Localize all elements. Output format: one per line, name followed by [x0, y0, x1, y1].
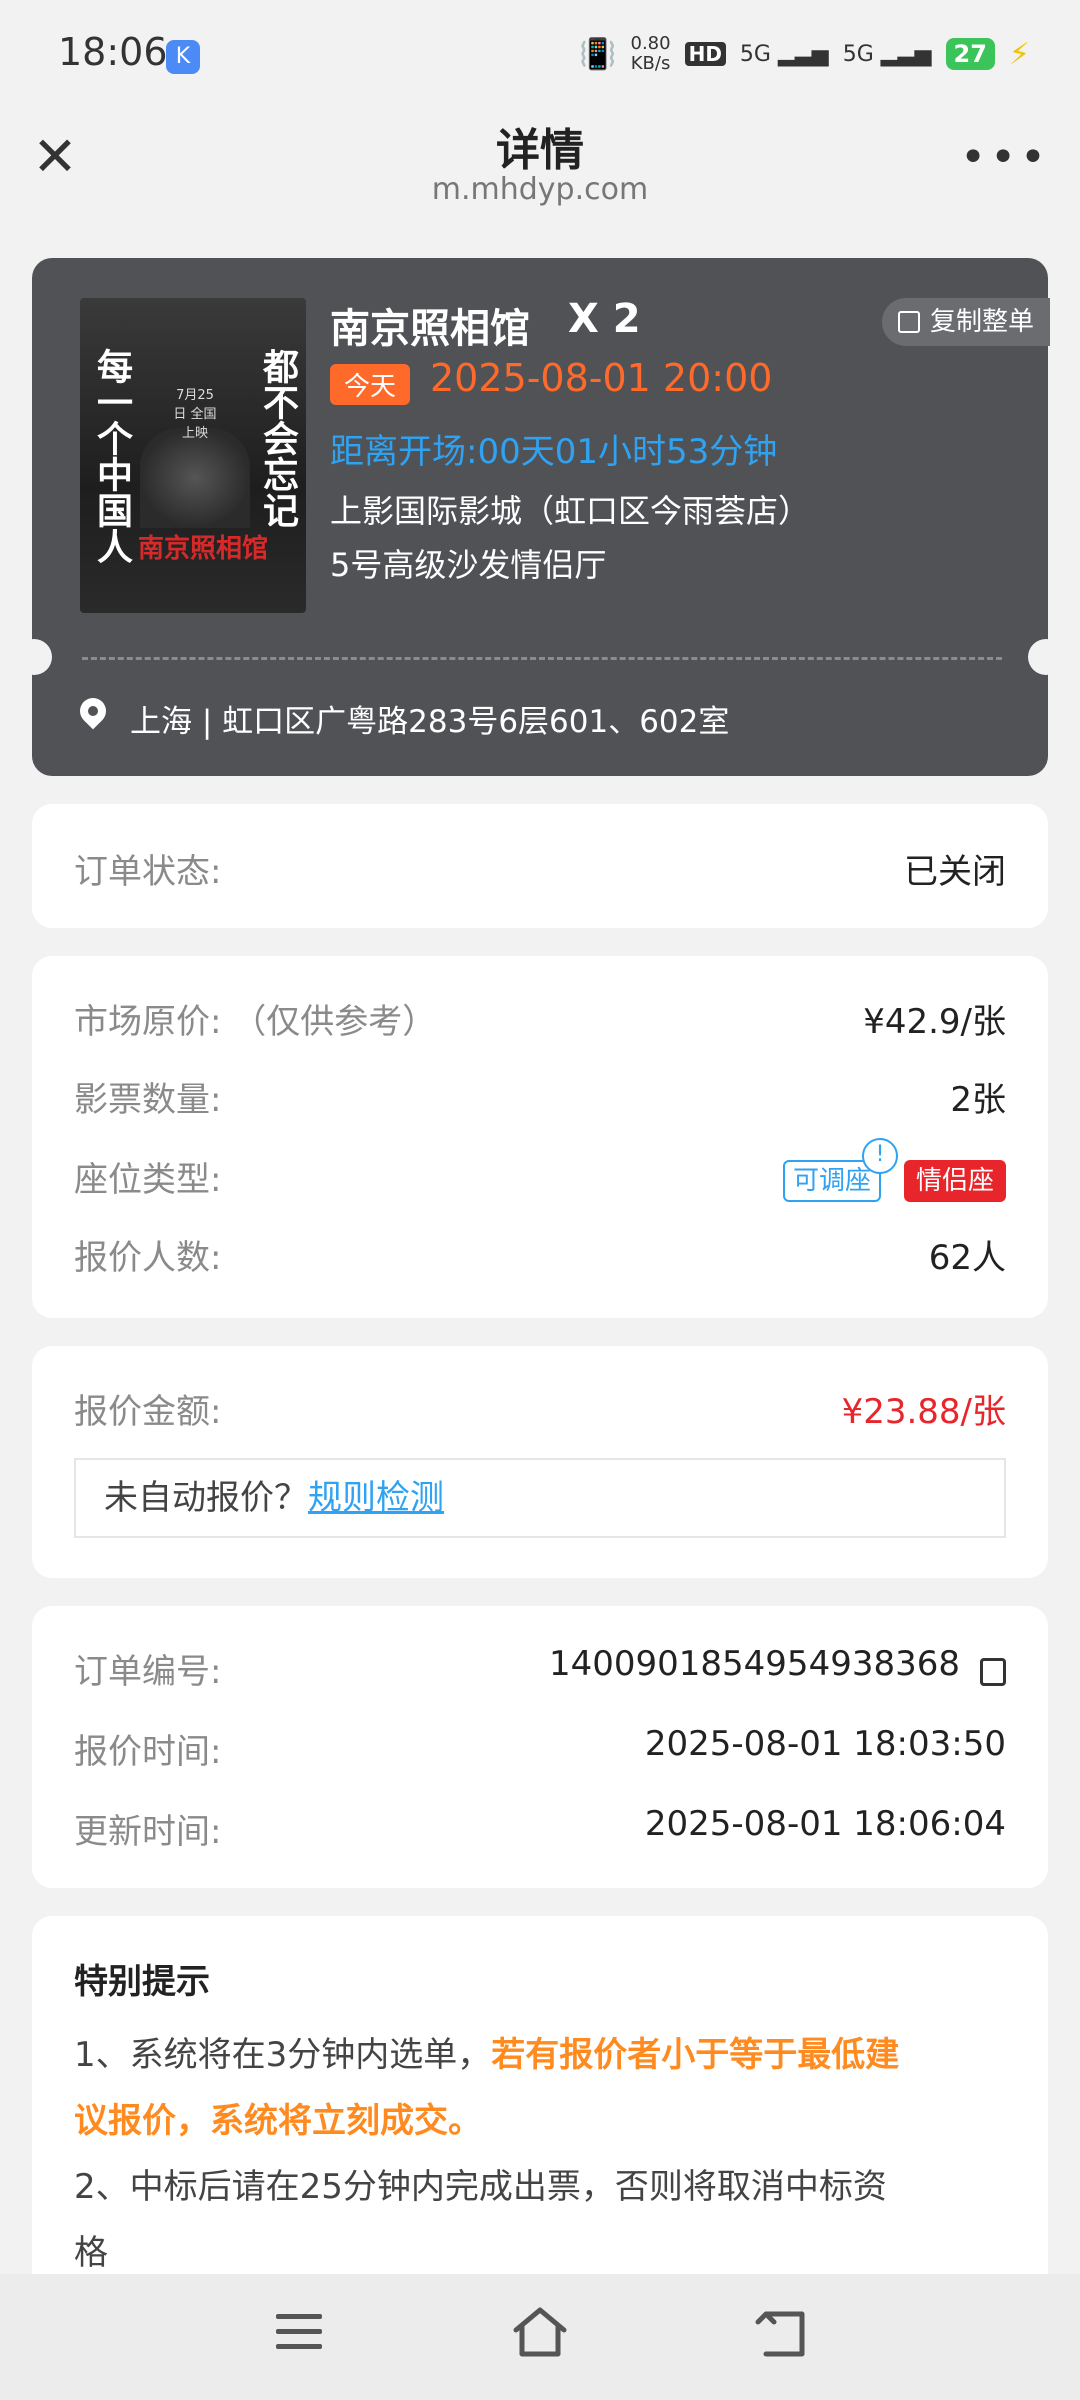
ticket-notch-right [1028, 639, 1064, 675]
order-status-card: 订单状态: 已关闭 [32, 804, 1048, 928]
status-time: 18:06 [58, 30, 168, 74]
update-time-row: 更新时间: 2025-08-01 18:06:04 [74, 1804, 1006, 1864]
copy-order-button[interactable]: 复制整单 [881, 298, 1050, 346]
quote-amount-label: 报价金额: [74, 1392, 222, 1432]
showtime: 2025-08-01 20:00 [430, 356, 773, 400]
page-title: 详情 [496, 125, 584, 176]
quote-amount-value: ¥23.88/张 [841, 1392, 1006, 1432]
ticket-qty-row: 影票数量: 2张 [74, 1072, 1006, 1132]
today-badge: 今天 [330, 364, 411, 405]
location-pin-icon [74, 692, 112, 730]
quote-time-value: 2025-08-01 18:03:50 [644, 1724, 1006, 1764]
order-status-label: 订单状态: [74, 852, 222, 892]
copy-icon [897, 311, 920, 333]
rule-check-link[interactable]: 规则检测 [308, 1478, 444, 1518]
notice-card: 特别提示 1、系统将在3分钟内选单，若有报价者小于等于最低建 议报价，系统将立刻… [32, 1916, 1048, 2316]
charging-icon: ⚡ [1008, 36, 1030, 72]
poster-right-text: 都不会忘记 [257, 348, 299, 528]
ticket-qty-value: 2张 [950, 1080, 1006, 1120]
update-time-label: 更新时间: [74, 1812, 222, 1852]
back-icon[interactable] [752, 2306, 812, 2357]
order-status-row: 订单状态: 已关闭 [74, 844, 1006, 904]
order-no-value: 1400901854954938368 [548, 1644, 960, 1684]
rule-check-prefix: 未自动报价？ [104, 1478, 308, 1518]
notice-line-2: 2、中标后请在25分钟内完成出票，否则将取消中标资 格 [74, 2167, 887, 2273]
ticket-card: 每一个中国人 都不会忘记 7月25日 全国上映 南京照相馆 南京照相馆 X 2 … [16, 258, 1064, 776]
quote-card: 报价金额: ¥23.88/张 未自动报价？规则检测 [32, 1346, 1048, 1578]
cinema-name: 上影国际影城（虹口区今雨荟店） [330, 492, 811, 530]
vibrate-icon: 📳 [579, 36, 617, 72]
ticket-divider [82, 657, 1002, 660]
status-bar: 18:06 K 📳 0.80 KB/s HD 5G ▂▃▅ 5G ▂▃▅ 27 … [0, 0, 1080, 110]
signal-icon-1: 5G ▂▃▅ [739, 41, 829, 67]
system-nav-bar [0, 2274, 1080, 2400]
ticket-notch-left [16, 639, 52, 675]
order-meta-card: 订单编号: 1400901854954938368 报价时间: 2025-08-… [32, 1606, 1048, 1888]
couple-seat-tag: 情侣座 [903, 1160, 1006, 1202]
notice-line-1: 1、系统将在3分钟内选单，若有报价者小于等于最低建 议报价，系统将立刻成交。 [74, 2035, 900, 2141]
quote-time-label: 报价时间: [74, 1732, 222, 1772]
net-speed: 0.80 KB/s [630, 33, 671, 74]
market-price-label: 市场原价: （仅供参考） [74, 1002, 437, 1042]
cinema-address: 上海 | 虹口区广粤路283号6层601、602室 [130, 704, 730, 740]
market-price-value: ¥42.9/张 [863, 1002, 1006, 1042]
top-nav: ✕ 详情 m.mhdyp.com ••• [0, 110, 1080, 228]
more-menu-icon[interactable]: ••• [960, 132, 1050, 183]
hd-icon: HD [684, 42, 726, 66]
movie-title: 南京照相馆 [330, 306, 530, 352]
info-icon[interactable]: ! [862, 1138, 898, 1174]
signal-icon-2: 5G ▂▃▅ [842, 41, 932, 67]
ticket-qty-label: 影票数量: [74, 1080, 222, 1120]
market-price-row: 市场原价: （仅供参考） ¥42.9/张 [74, 994, 1006, 1054]
countdown: 距离开场:00天01小时53分钟 [330, 432, 778, 472]
poster-left-text: 每一个中国人 [91, 348, 133, 564]
bidders-label: 报价人数: [74, 1238, 222, 1278]
copy-order-label: 复制整单 [929, 307, 1034, 337]
page-url: m.mhdyp.com [431, 172, 649, 207]
app-notification-icon: K [166, 40, 200, 74]
update-time-value: 2025-08-01 18:06:04 [644, 1804, 1006, 1844]
bidders-value: 62人 [928, 1238, 1006, 1278]
seat-type-row: 座位类型: 可调座 ! 情侣座 [74, 1138, 1006, 1212]
price-info-card: 市场原价: （仅供参考） ¥42.9/张 影票数量: 2张 座位类型: 可调座 … [32, 956, 1048, 1318]
movie-poster: 每一个中国人 都不会忘记 7月25日 全国上映 南京照相馆 [80, 298, 306, 613]
quote-time-row: 报价时间: 2025-08-01 18:03:50 [74, 1724, 1006, 1784]
poster-release: 7月25日 全国上映 [173, 388, 217, 441]
home-icon[interactable] [510, 2304, 570, 2357]
seat-type-label: 座位类型: [74, 1160, 222, 1200]
order-no-row: 订单编号: 1400901854954938368 [74, 1644, 1006, 1704]
copy-order-no-icon[interactable] [980, 1658, 1006, 1686]
rule-check-box: 未自动报价？规则检测 [74, 1458, 1006, 1538]
order-no-label: 订单编号: [74, 1652, 222, 1692]
poster-figures [140, 428, 250, 528]
battery-icon: 27 [945, 38, 995, 70]
poster-film-name: 南京照相馆 [138, 534, 269, 564]
ticket-quantity: X 2 [568, 296, 641, 342]
hall-name: 5号高级沙发情侣厅 [330, 546, 607, 584]
quote-amount-row: 报价金额: ¥23.88/张 [74, 1384, 1006, 1444]
status-right: 📳 0.80 KB/s HD 5G ▂▃▅ 5G ▂▃▅ 27 ⚡ [579, 34, 1030, 74]
order-status-value: 已关闭 [904, 852, 1006, 892]
notice-title: 特别提示 [74, 1962, 210, 2002]
menu-icon[interactable] [276, 2314, 336, 2364]
bidders-row: 报价人数: 62人 [74, 1230, 1006, 1290]
